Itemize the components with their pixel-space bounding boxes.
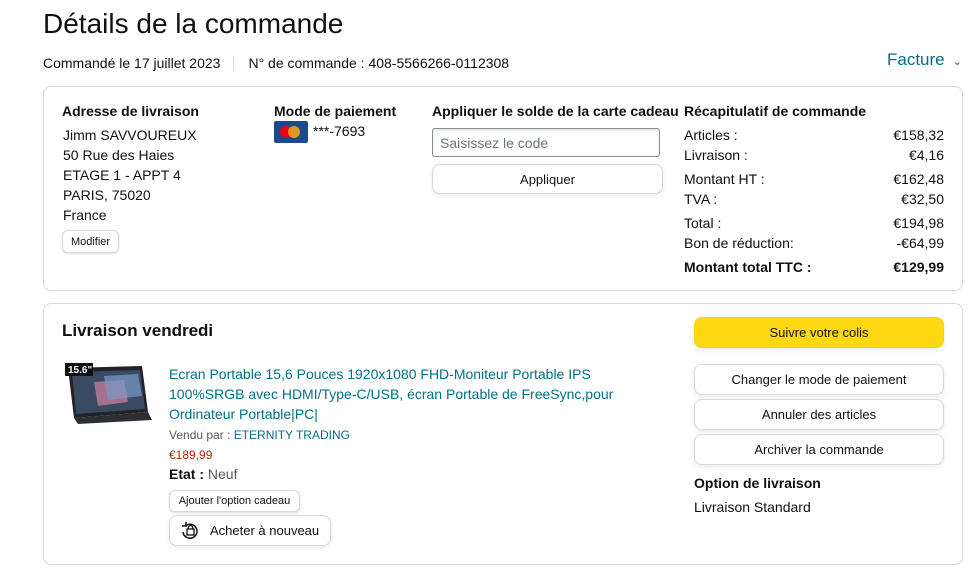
buy-again-label: Acheter à nouveau	[210, 523, 320, 538]
shipping-address-line: France	[63, 207, 107, 223]
edit-address-button[interactable]: Modifier	[62, 230, 119, 253]
buy-again-icon	[182, 521, 198, 539]
summary-label: Montant HT :	[684, 171, 765, 187]
change-payment-button[interactable]: Changer le mode de paiement	[694, 364, 944, 395]
vendor-line: Vendu par : ETERNITY TRADING	[169, 428, 350, 442]
payment-method-title: Mode de paiement	[274, 103, 397, 119]
order-meta: Commandé le 17 juillet 2023 N° de comman…	[43, 55, 509, 71]
summary-row-vat: TVA : €32,50	[684, 191, 944, 207]
shipping-address-line: Jimm SAVVOUREUX	[63, 127, 197, 143]
page-title: Détails de la commande	[43, 8, 344, 39]
card-number: ***-7693	[313, 123, 366, 139]
condition-label: Etat :	[169, 466, 204, 482]
delivery-date-title: Livraison vendredi	[62, 321, 214, 340]
summary-row-items: Articles : €158,32	[684, 127, 944, 143]
archive-order-button[interactable]: Archiver la commande	[694, 434, 944, 465]
chevron-down-icon: ⌄	[952, 55, 962, 68]
summary-label: Livraison :	[684, 147, 748, 163]
gift-card-code-input[interactable]	[432, 128, 660, 157]
summary-value: €162,48	[893, 171, 944, 187]
summary-value: €4,16	[908, 147, 944, 163]
summary-value: €194,98	[893, 215, 944, 231]
divider	[233, 55, 235, 71]
vendor-prefix: Vendu par :	[169, 428, 234, 442]
buy-again-button[interactable]: Acheter à nouveau	[169, 515, 331, 546]
order-summary-box: Adresse de livraison Jimm SAVVOUREUX 50 …	[43, 86, 963, 291]
summary-label: Montant total TTC :	[684, 259, 812, 275]
order-summary-title: Récapitulatif de commande	[684, 103, 867, 119]
shipping-address-line: 50 Rue des Haies	[63, 147, 175, 163]
invoice-dropdown[interactable]: Facture ⌄	[887, 50, 962, 70]
product-condition: Etat : Neuf	[169, 466, 237, 482]
summary-value: -€64,99	[896, 235, 944, 251]
delivery-option-value: Livraison Standard	[694, 499, 811, 515]
gift-card-title: Appliquer le solde de la carte cadeau	[432, 103, 679, 119]
condition-value: Neuf	[207, 466, 238, 482]
shipping-address-line: PARIS, 75020	[63, 187, 151, 203]
add-gift-option-button[interactable]: Ajouter l'option cadeau	[169, 490, 300, 512]
track-package-button[interactable]: Suivre votre colis	[694, 317, 944, 348]
summary-label: TVA :	[684, 191, 718, 207]
summary-row-total: Total : €194,98	[684, 215, 944, 231]
image-badge-text: 15.6"	[68, 365, 92, 376]
cancel-items-button[interactable]: Annuler des articles	[694, 399, 944, 430]
invoice-label: Facture	[887, 50, 945, 69]
summary-label: Total :	[684, 215, 722, 231]
product-image[interactable]: 15.6"	[64, 362, 156, 428]
summary-row-discount: Bon de réduction: -€64,99	[684, 235, 944, 251]
order-date: Commandé le 17 juillet 2023	[43, 55, 221, 71]
summary-row-shipping: Livraison : €4,16	[684, 147, 944, 163]
product-price: €189,99	[169, 448, 213, 462]
summary-value: €129,99	[893, 259, 944, 275]
order-number: N° de commande : 408-5566266-0112308	[248, 55, 510, 71]
summary-label: Bon de réduction:	[684, 235, 794, 251]
vendor-link[interactable]: ETERNITY TRADING	[234, 428, 350, 442]
shipping-address-title: Adresse de livraison	[62, 103, 199, 119]
summary-row-subtotal-ht: Montant HT : €162,48	[684, 171, 944, 187]
summary-value: €32,50	[901, 191, 944, 207]
summary-label: Articles :	[684, 127, 738, 143]
summary-row-grand-total: Montant total TTC : €129,99	[684, 259, 944, 275]
shipment-box: Livraison vendredi 15.6" Ecran Portable …	[43, 303, 963, 565]
shipping-address-line: ETAGE 1 - APPT 4	[63, 167, 181, 183]
mastercard-icon	[274, 121, 308, 143]
delivery-option-title: Option de livraison	[694, 475, 821, 491]
summary-value: €158,32	[893, 127, 944, 143]
product-title-link[interactable]: Ecran Portable 15,6 Pouces 1920x1080 FHD…	[169, 364, 619, 424]
apply-gift-card-button[interactable]: Appliquer	[432, 164, 663, 194]
